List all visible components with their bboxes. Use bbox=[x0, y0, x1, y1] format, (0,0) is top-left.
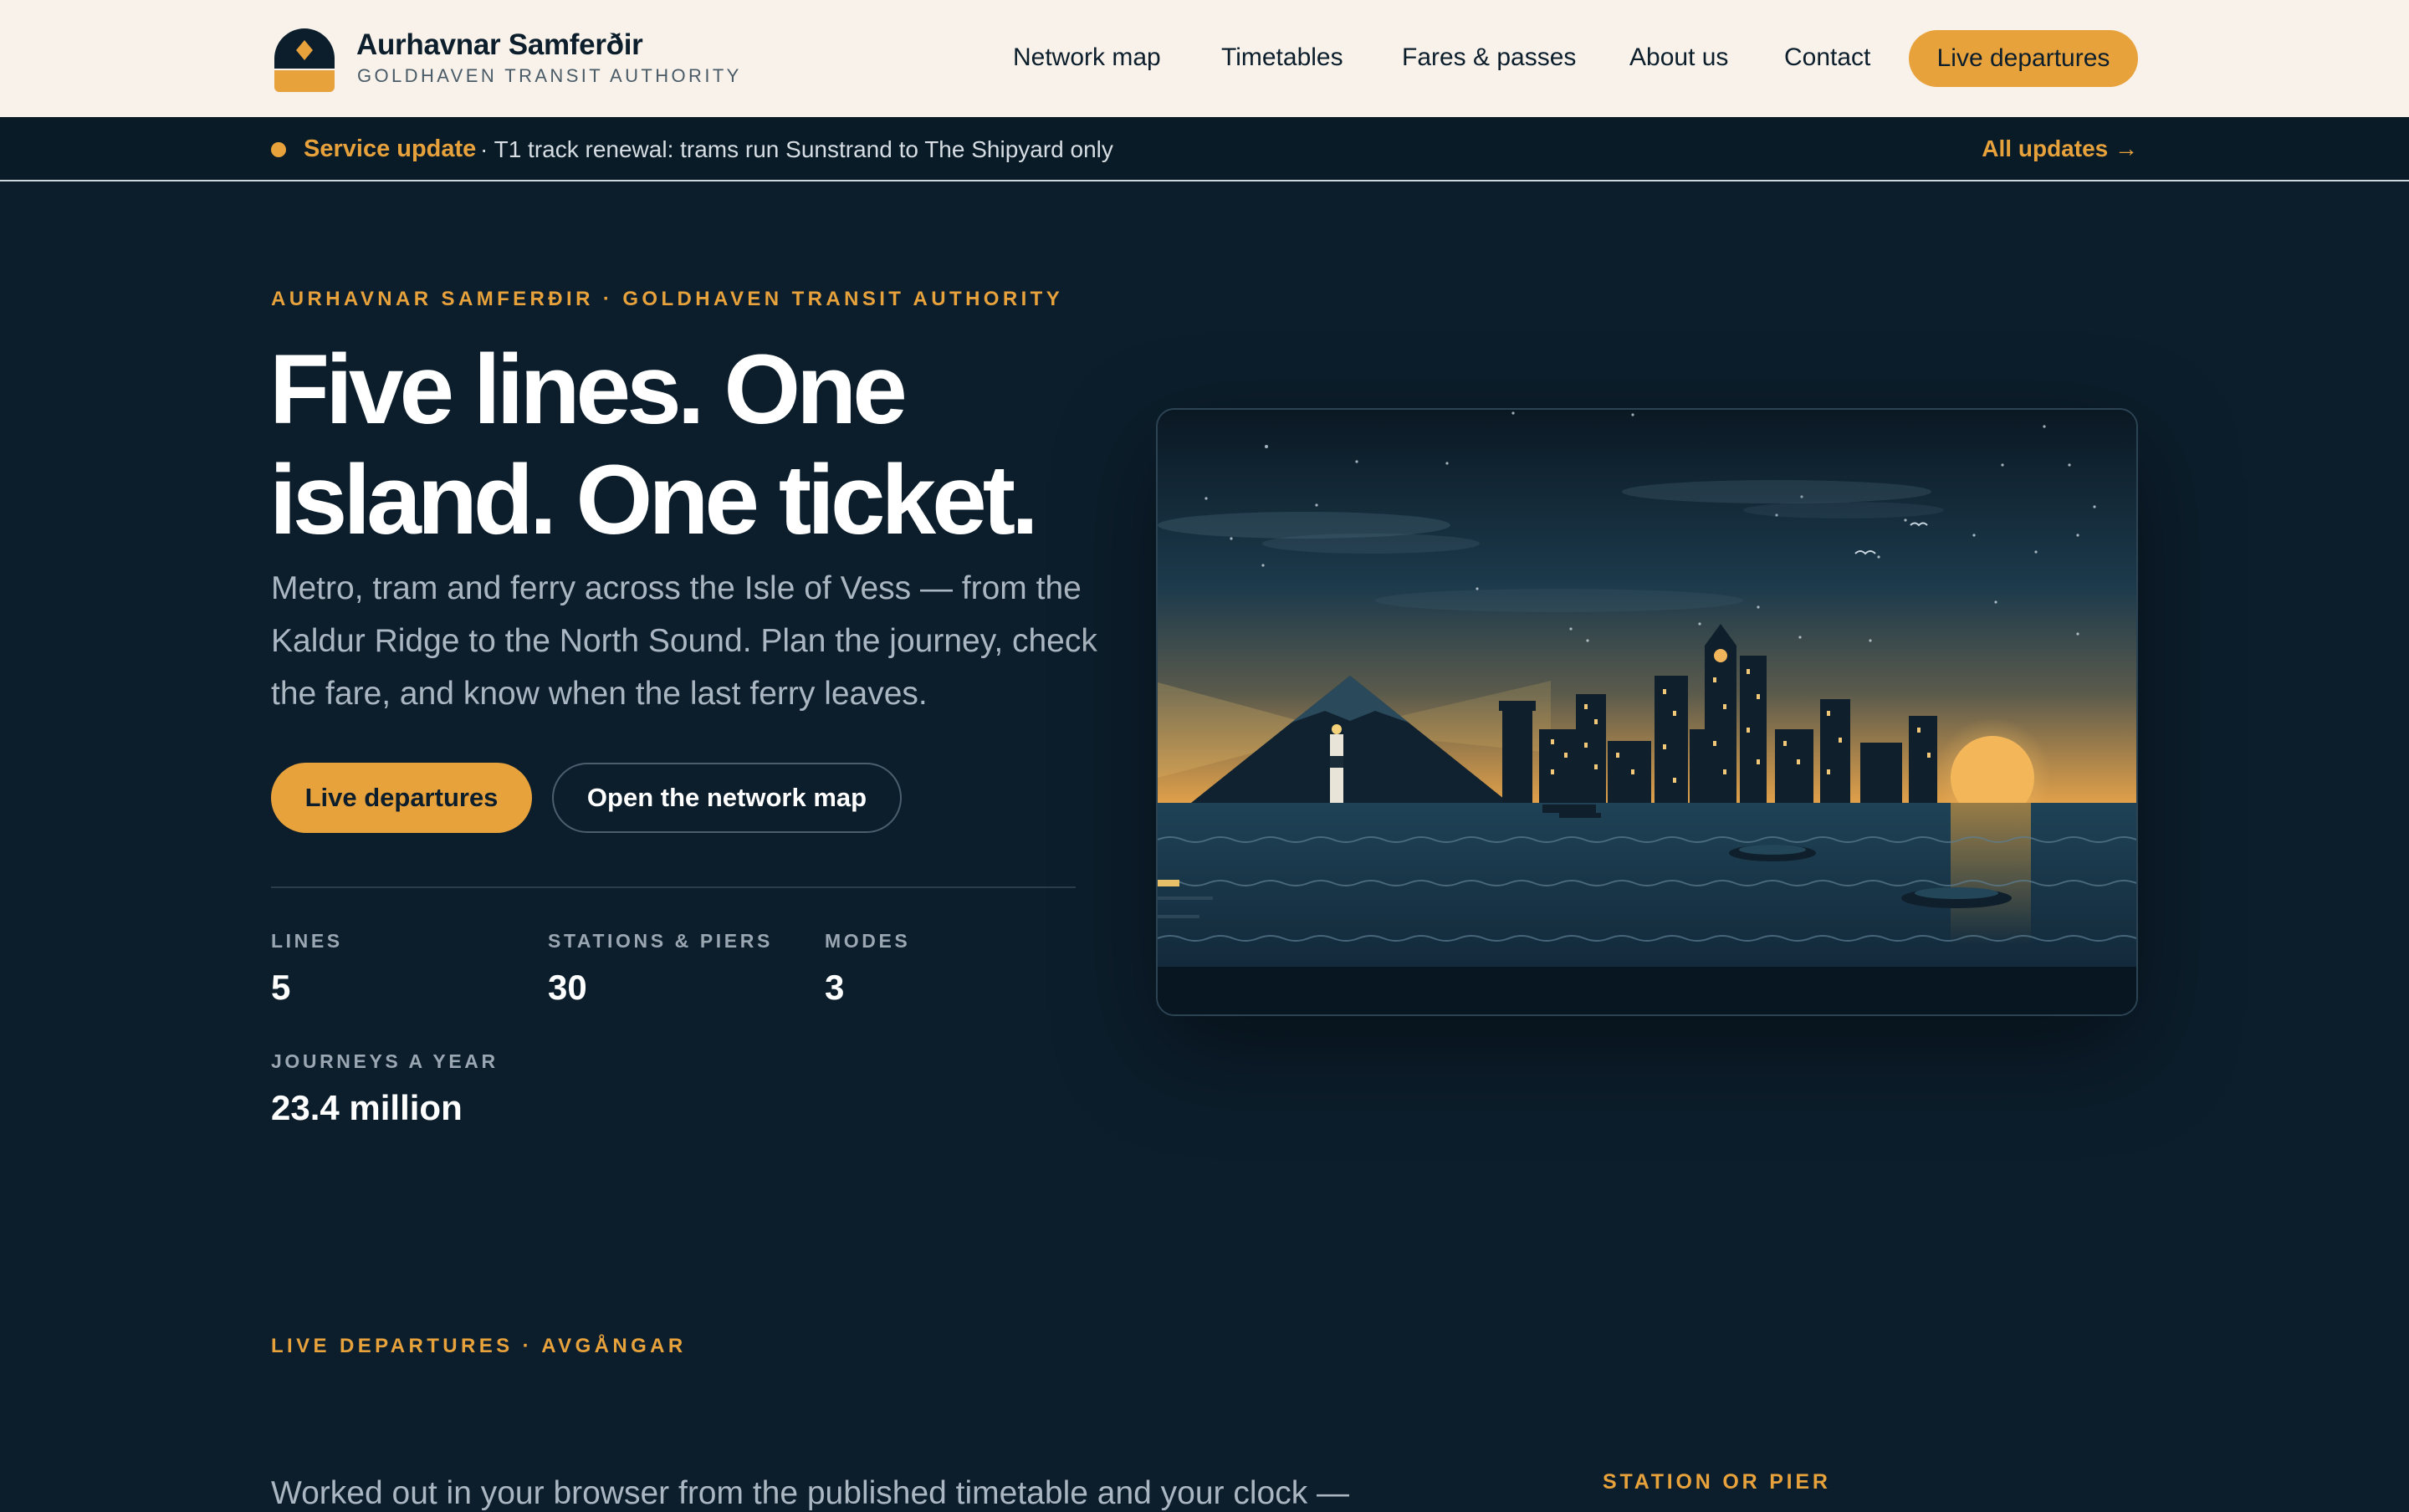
nav-fares-passes[interactable]: Fares & passes bbox=[1402, 43, 1576, 72]
nav-about-us[interactable]: About us bbox=[1629, 43, 1728, 72]
service-update-message: · T1 track renewal: trams run Sunstrand … bbox=[480, 136, 1113, 162]
stat-lines: LINES 5 bbox=[271, 930, 343, 1008]
stat-label: STATIONS & PIERS bbox=[548, 930, 773, 952]
open-network-map-button[interactable]: Open the network map bbox=[552, 763, 902, 833]
skyline-scene-image bbox=[1158, 410, 2136, 1014]
stat-value: 23.4 million bbox=[271, 1088, 463, 1127]
harbour-sun-logo[interactable] bbox=[271, 25, 338, 92]
brand-name[interactable]: Aurhavnar Samferðir bbox=[356, 28, 643, 62]
brand-subtitle: GOLDHAVEN TRANSIT AUTHORITY bbox=[357, 65, 742, 86]
service-update-label: Service update bbox=[304, 135, 477, 162]
nav-contact[interactable]: Contact bbox=[1784, 43, 1870, 72]
stat-modes: MODES 3 bbox=[825, 930, 910, 1008]
stat-value: 5 bbox=[271, 968, 291, 1007]
live-departures-eyebrow: LIVE DEPARTURES · AVGÅNGAR bbox=[271, 1335, 687, 1357]
hero-eyebrow: AURHAVNAR SAMFERÐIR · GOLDHAVEN TRANSIT … bbox=[271, 288, 1064, 310]
service-update-bar: Service update · T1 track renewal: trams… bbox=[0, 117, 2409, 181]
nav-network-map[interactable]: Network map bbox=[1013, 43, 1161, 72]
stat-label: MODES bbox=[825, 930, 911, 952]
stat-label: LINES bbox=[271, 930, 343, 952]
stats-divider bbox=[271, 886, 1076, 888]
site-header: Aurhavnar Samferðir GOLDHAVEN TRANSIT AU… bbox=[0, 0, 2409, 117]
stat-value: 30 bbox=[548, 968, 587, 1007]
status-dot-icon bbox=[271, 142, 286, 157]
live-departures-button[interactable]: Live departures bbox=[271, 763, 532, 833]
station-or-pier-label: STATION OR PIER bbox=[1603, 1470, 1831, 1494]
stat-journeys-a-year: JOURNEYS A YEAR 23.4 million bbox=[271, 1050, 499, 1128]
all-updates-link[interactable]: All updates → bbox=[1982, 135, 2138, 162]
nav-timetables[interactable]: Timetables bbox=[1221, 43, 1343, 72]
stat-label: JOURNEYS A YEAR bbox=[271, 1050, 499, 1072]
live-departures-lede: Worked out in your browser from the publ… bbox=[271, 1475, 1350, 1511]
hero-headline: Five lines. One island. One ticket. bbox=[269, 335, 1039, 555]
stat-value: 3 bbox=[825, 968, 845, 1007]
nav-live-departures-button[interactable]: Live departures bbox=[1909, 30, 2138, 87]
hero-lede: Metro, tram and ferry across the Isle of… bbox=[271, 570, 1097, 712]
harbour-skyline-illustration bbox=[1156, 408, 2138, 1016]
stat-stations-piers: STATIONS & PIERS 30 bbox=[548, 930, 773, 1008]
